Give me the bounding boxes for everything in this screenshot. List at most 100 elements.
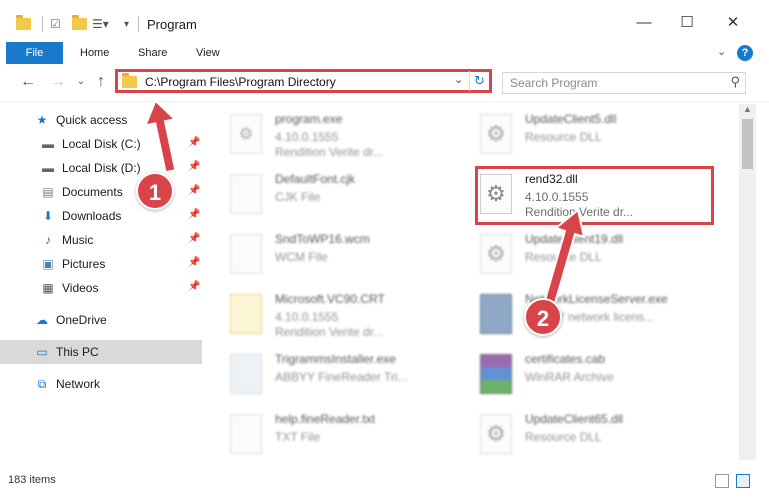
- tab-file[interactable]: File: [6, 42, 63, 64]
- back-button[interactable]: ←: [19, 72, 37, 92]
- large-icons-view-icon[interactable]: [736, 474, 750, 488]
- exe-icon: [230, 354, 262, 394]
- sidebar-item-this-pc[interactable]: ▭ This PC: [0, 340, 202, 364]
- file-name: program.exe: [275, 112, 343, 126]
- vertical-scrollbar[interactable]: ▲: [739, 104, 756, 460]
- file-item[interactable]: certificates.cab WinRAR Archive: [462, 348, 702, 404]
- folder-icon: [16, 14, 31, 34]
- pin-icon: 📌: [188, 209, 201, 220]
- maximize-button[interactable]: ☐: [677, 12, 697, 32]
- app-icon: [480, 294, 512, 334]
- file-list: ⚙ program.exe 4.10.0.1555 Rendition Veri…: [212, 104, 738, 460]
- documents-icon: ▤: [42, 185, 54, 199]
- title-separator: [42, 16, 43, 32]
- details-view-icon[interactable]: [715, 474, 729, 488]
- file-name: certificates.cab: [525, 352, 606, 366]
- title-bar: ☑ ☰▾ ▾ Program — ☐ ✕: [0, 0, 769, 42]
- drive-icon: ▬: [42, 137, 54, 151]
- file-item[interactable]: DefaultFont.cjk CJK File: [212, 168, 452, 224]
- sidebar-item-music[interactable]: ♪ Music 📌: [0, 228, 202, 252]
- file-item[interactable]: help.fineReader.txt TXT File: [212, 408, 452, 460]
- pin-icon: 📌: [188, 257, 201, 268]
- exe-icon: ⚙: [230, 114, 262, 154]
- tab-home[interactable]: Home: [80, 42, 109, 64]
- sidebar-item-videos[interactable]: ▦ Videos 📌: [0, 276, 202, 300]
- file-item[interactable]: ⚙ UpdateClient65.dll Resource DLL: [462, 408, 702, 460]
- forward-button[interactable]: →: [49, 72, 67, 92]
- blank-doc-icon: [230, 234, 262, 274]
- file-version: Resource DLL: [525, 250, 602, 264]
- close-button[interactable]: ✕: [723, 12, 743, 32]
- navigation-bar: ← → ⌄ ↑ C:\Program Files\Program Directo…: [0, 64, 769, 102]
- refresh-icon[interactable]: ↻: [469, 71, 489, 91]
- file-item[interactable]: ⚙ program.exe 4.10.0.1555 Rendition Veri…: [212, 108, 452, 164]
- tab-share[interactable]: Share: [138, 42, 167, 64]
- sidebar-item-onedrive[interactable]: ☁ OneDrive: [0, 308, 202, 332]
- navigation-pane: ★ Quick access ▬ Local Disk (C:) 📌 ▬ Loc…: [0, 104, 210, 460]
- drive-icon: ▬: [42, 161, 54, 175]
- file-version: CJK File: [275, 190, 321, 204]
- file-version: Resource DLL: [525, 430, 602, 444]
- up-button[interactable]: ↑: [92, 72, 110, 92]
- minimize-button[interactable]: —: [634, 12, 654, 32]
- search-placeholder: Search Program: [510, 76, 598, 90]
- sidebar-item-network[interactable]: ⧉ Network: [0, 372, 202, 396]
- pin-icon: 📌: [188, 137, 201, 148]
- step-1-marker: 1: [136, 172, 174, 210]
- dll-gear-icon: ⚙: [480, 414, 512, 454]
- sidebar-item-label: Videos: [62, 281, 99, 295]
- address-dropdown-icon[interactable]: ⌄: [454, 73, 463, 86]
- sidebar-item-label: Documents: [62, 185, 123, 199]
- customize-toolbar-icon[interactable]: ▾: [124, 14, 129, 34]
- scroll-up-icon[interactable]: ▲: [743, 104, 752, 114]
- file-name: UpdateClient65.dll: [525, 412, 624, 426]
- expand-ribbon-icon[interactable]: ⌄: [717, 45, 726, 58]
- sidebar-item-label: Pictures: [62, 257, 106, 271]
- search-input[interactable]: Search Program ⚲: [502, 72, 746, 94]
- folder-icon: [122, 73, 137, 88]
- view-options-icon[interactable]: ☰▾: [92, 14, 109, 34]
- pin-icon: 📌: [188, 161, 201, 172]
- blank-doc-icon: [230, 414, 262, 454]
- file-version: Resource DLL: [525, 130, 602, 144]
- sidebar-item-label: Quick access: [56, 113, 128, 127]
- sidebar-item-label: Local Disk (C:): [62, 137, 141, 151]
- file-item[interactable]: TrigrammsInstaller.exe ABBYY FineReader …: [212, 348, 452, 404]
- file-version: 4.10.0.1555: [275, 130, 339, 144]
- file-version: 4.10.0.1555: [275, 310, 339, 324]
- network-icon: ⧉: [37, 376, 47, 391]
- file-name: UpdateClient5.dll: [525, 112, 617, 126]
- sidebar-item-pictures[interactable]: ▣ Pictures 📌: [0, 252, 202, 276]
- window-title: Program: [147, 17, 197, 32]
- search-icon[interactable]: ⚲: [730, 74, 740, 90]
- address-path[interactable]: C:\Program Files\Program Directory: [145, 75, 336, 89]
- file-item[interactable]: ⚙ UpdateClient19.dll Resource DLL: [462, 228, 702, 284]
- status-bar: 183 items: [0, 466, 769, 504]
- file-item[interactable]: ⚙ UpdateClient5.dll Resource DLL: [462, 108, 702, 164]
- address-bar[interactable]: C:\Program Files\Program Directory ⌄ ↻: [115, 69, 492, 93]
- file-version: TXT File: [275, 430, 321, 444]
- file-item[interactable]: NetworkLicenseServer.exe ABBYY network l…: [462, 288, 702, 344]
- sidebar-item-label: Network: [56, 377, 101, 391]
- cloud-icon: ☁: [36, 313, 48, 327]
- file-item[interactable]: Microsoft.VC90.CRT 4.10.0.1555 Rendition…: [212, 288, 452, 344]
- file-item[interactable]: SndToWP16.wcm WCM File: [212, 228, 452, 284]
- folder-doc-icon: [230, 294, 262, 334]
- file-description: Rendition Verite dr...: [275, 145, 384, 159]
- file-description: Rendition Verite dr...: [275, 325, 384, 339]
- sidebar-item-label: OneDrive: [56, 313, 107, 327]
- file-version: WinRAR Archive: [525, 370, 614, 384]
- sidebar-item-local-disk-c[interactable]: ▬ Local Disk (C:) 📌: [0, 132, 202, 156]
- recent-locations-icon[interactable]: ⌄: [72, 72, 90, 92]
- file-name: TrigrammsInstaller.exe: [275, 352, 396, 366]
- sidebar-item-quick-access[interactable]: ★ Quick access: [0, 108, 202, 132]
- help-button[interactable]: ?: [737, 45, 753, 61]
- sidebar-item-downloads[interactable]: ⬇ Downloads 📌: [0, 204, 202, 228]
- new-folder-icon[interactable]: [72, 14, 87, 34]
- tab-view[interactable]: View: [196, 42, 220, 64]
- pin-icon: 📌: [188, 281, 201, 292]
- scrollbar-thumb[interactable]: [742, 119, 753, 169]
- properties-icon[interactable]: ☑: [50, 14, 61, 34]
- sidebar-item-local-disk-d[interactable]: ▬ Local Disk (D:) 📌: [0, 156, 202, 180]
- dll-gear-icon: ⚙: [480, 114, 512, 154]
